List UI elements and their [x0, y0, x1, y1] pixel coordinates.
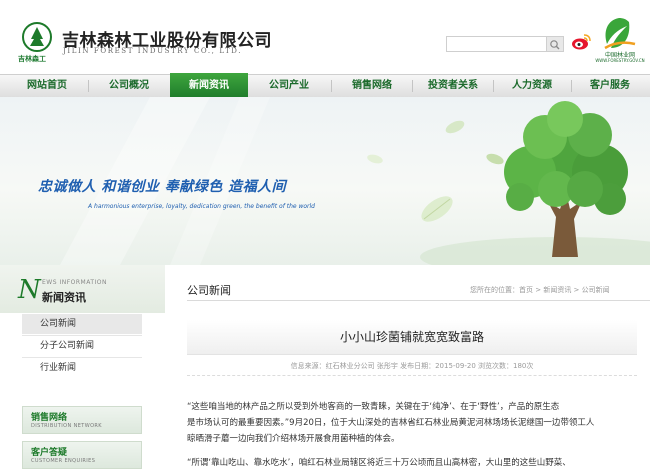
customer-enquiries-title: 客户答疑	[31, 448, 68, 458]
china-forestry-url: WWW.FORESTRY.GOV.CN	[595, 58, 645, 63]
main-nav: 网站首页 公司概况 新闻资讯 公司产业 销售网络 投资者关系 人力资源 客户服务	[0, 73, 650, 99]
nav-item-news[interactable]: 新闻资讯	[170, 73, 248, 99]
article-meta: 信息来源：红石林业分公司 张彤宇 发布日期：2015-09-20 浏览次数：18…	[290, 362, 534, 370]
logo-subtitle: 吉林森工	[18, 55, 46, 63]
meta-divider	[187, 375, 637, 377]
nav-item-investors[interactable]: 投资者关系	[414, 75, 492, 97]
company-logo-icon[interactable]	[22, 22, 52, 52]
nav-item-industry[interactable]: 公司产业	[250, 75, 328, 97]
nav-separator	[88, 80, 89, 92]
nav-item-about[interactable]: 公司概况	[90, 75, 168, 97]
nav-item-sales[interactable]: 销售网络	[333, 75, 411, 97]
banner-slogan-en: A harmonious enterprise, loyalty, dedica…	[88, 203, 315, 210]
sidebar: N EWS INFORMATION 新闻资讯 公司新闻 分子公司新闻 行业新闻 …	[0, 265, 165, 469]
search-button[interactable]	[546, 37, 563, 51]
site-header: 吉林森工 吉林森林工业股份有限公司 JILIN FOREST INDUSTRY …	[0, 0, 650, 74]
breadcrumb[interactable]: 您所在的位置：首页 > 新闻资讯 > 公司新闻	[470, 285, 610, 295]
nav-item-hr[interactable]: 人力资源	[495, 75, 569, 97]
leaf-icon	[445, 120, 465, 134]
article-paragraph-line: 晾晒滑子蘑一边向我们介绍林场开展食用菌种植的体会。	[187, 434, 400, 444]
nav-separator	[571, 80, 572, 92]
nav-separator	[331, 80, 332, 92]
search-icon	[550, 40, 560, 50]
article-paragraph-line: “这些咱当地的林产品之所以受到外地客商的一致青睐，关键在于‘纯净’、在于‘野性’…	[187, 402, 560, 412]
article-title: 小小山珍菌铺就宽宽致富路	[187, 320, 637, 355]
article-paragraph-line: “所谓‘靠山吃山、靠水吃水’，咱红石林业局辖区将近三十万公顷而且山高林密，大山里…	[187, 458, 571, 468]
sidebar-item-company-news[interactable]: 公司新闻	[22, 314, 142, 334]
sidebar-box-sales-network[interactable]: 销售网络 DISTRIBUTION NETWORK	[22, 406, 142, 434]
sidebar-header: N EWS INFORMATION 新闻资讯	[0, 265, 165, 313]
company-name-en: JILIN FOREST INDUSTRY CO., LTD.	[63, 47, 243, 55]
sidebar-header-title: 新闻资讯	[42, 291, 86, 304]
nav-item-service[interactable]: 客户服务	[573, 75, 647, 97]
sidebar-header-en: EWS INFORMATION	[42, 279, 108, 286]
banner-slogan: 忠诚做人 和谐创业 奉献绿色 造福人间	[38, 179, 287, 195]
customer-enquiries-en: CUSTOMER ENQUIRIES	[31, 458, 96, 464]
sidebar-item-industry-news[interactable]: 行业新闻	[22, 358, 142, 378]
weibo-icon[interactable]	[571, 33, 591, 51]
sidebar-header-initial: N	[18, 275, 41, 305]
section-title: 公司新闻	[187, 284, 231, 297]
sidebar-box-customer-enquiries[interactable]: 客户答疑 CUSTOMER ENQUIRIES	[22, 441, 142, 469]
sales-network-title: 销售网络	[31, 413, 68, 423]
article-paragraph-line: 是市场认可的最重要因素。”9月20日，位于大山深处的吉林省红石林业局黄泥河林场场…	[187, 418, 595, 428]
nav-item-home[interactable]: 网站首页	[8, 75, 86, 97]
sales-network-en: DISTRIBUTION NETWORK	[31, 423, 102, 429]
hero-banner: 忠诚做人 和谐创业 奉献绿色 造福人间 A harmonious enterpr…	[0, 97, 650, 265]
section-divider	[187, 300, 650, 301]
nav-separator	[493, 80, 494, 92]
sidebar-item-subsidiary-news[interactable]: 分子公司新闻	[22, 336, 142, 356]
nav-separator	[412, 80, 413, 92]
search-input[interactable]	[447, 37, 545, 51]
search-box	[446, 36, 564, 52]
